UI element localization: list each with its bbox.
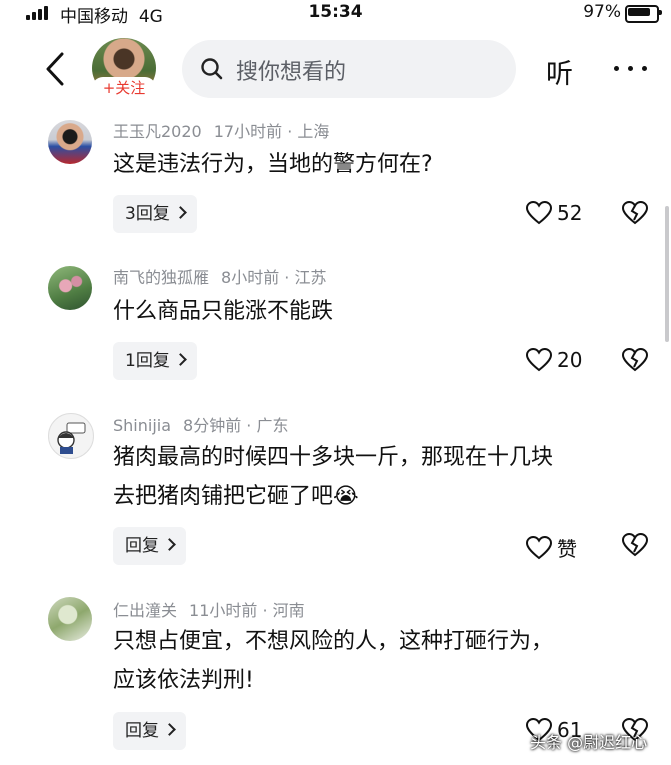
comment-time: 8分钟前 [183, 416, 242, 435]
comment-time: 17小时前 [213, 122, 283, 141]
comment-time: 8小时前 [221, 268, 280, 287]
avatar[interactable] [48, 266, 92, 310]
comment-text: 只想占便宜，不想风险的人，这种打砸行为， 应该依法判刑! [113, 629, 554, 693]
comment-time: 11小时前 [189, 601, 258, 620]
search-icon [201, 58, 223, 80]
like-button[interactable]: 赞 [526, 533, 577, 562]
comment-meta: 王玉凡2020 17小时前 · 上海 [113, 122, 330, 141]
back-icon[interactable] [44, 52, 66, 86]
comment-text: 猪肉最高的时候四十多块一斤，那现在十几块 去把猪肉铺把它砸了吧😭 [113, 445, 554, 509]
comment-location: 江苏 [294, 268, 327, 287]
scrollbar[interactable] [665, 206, 669, 342]
heart-broken-icon[interactable] [622, 533, 648, 557]
like-count: 52 [557, 201, 583, 225]
heart-icon [526, 201, 552, 225]
clock: 15:34 [308, 2, 363, 22]
comment-meta: Shinijia 8分钟前 · 广东 [113, 416, 289, 435]
heart-broken-icon[interactable] [622, 348, 648, 372]
reply-button[interactable]: 1回复 [113, 342, 197, 380]
heart-icon [526, 348, 552, 372]
like-count: 20 [557, 348, 583, 372]
comment-location: 广东 [256, 416, 289, 435]
avatar[interactable] [48, 413, 94, 459]
reply-button[interactable]: 3回复 [113, 195, 197, 233]
watermark: 头条 @尉迟红心 [530, 733, 648, 752]
search-bar[interactable]: 搜你想看的 [182, 40, 516, 98]
like-count: 赞 [557, 537, 577, 561]
comment-text: 这是违法行为，当地的警方何在? [113, 152, 433, 177]
like-button[interactable]: 20 [526, 348, 582, 372]
comment-author[interactable]: 南飞的独孤雁 [113, 268, 209, 287]
comment-author[interactable]: Shinijia [113, 416, 171, 435]
comment-meta: 仁出潼关 11小时前 · 河南 [113, 601, 305, 620]
status-bar: 中国移动 4G 15:34 97% [0, 0, 671, 27]
battery-icon [625, 5, 662, 23]
comment-text: 什么商品只能涨不能跌 [113, 299, 334, 324]
heart-icon [526, 535, 552, 559]
more-icon[interactable] [614, 66, 648, 72]
comment-location: 上海 [297, 122, 330, 141]
avatar[interactable] [48, 120, 92, 164]
like-button[interactable]: 52 [526, 201, 582, 225]
battery-percent: 97% [583, 2, 621, 22]
avatar[interactable] [48, 597, 92, 641]
heart-broken-icon[interactable] [622, 201, 648, 225]
avatar-illustration [57, 422, 86, 454]
reply-button[interactable]: 回复 [113, 712, 186, 750]
comment-author[interactable]: 王玉凡2020 [113, 122, 202, 141]
reply-button[interactable]: 回复 [113, 527, 186, 565]
comment-location: 河南 [272, 601, 305, 620]
comment-author[interactable]: 仁出潼关 [113, 601, 177, 620]
follow-button[interactable]: +关注 [92, 77, 156, 99]
listen-button[interactable]: 听 [546, 52, 573, 91]
search-input[interactable]: 搜你想看的 [236, 54, 346, 86]
crying-emoji: 😭 [333, 484, 359, 509]
comment-meta: 南飞的独孤雁 8小时前 · 江苏 [113, 268, 327, 287]
